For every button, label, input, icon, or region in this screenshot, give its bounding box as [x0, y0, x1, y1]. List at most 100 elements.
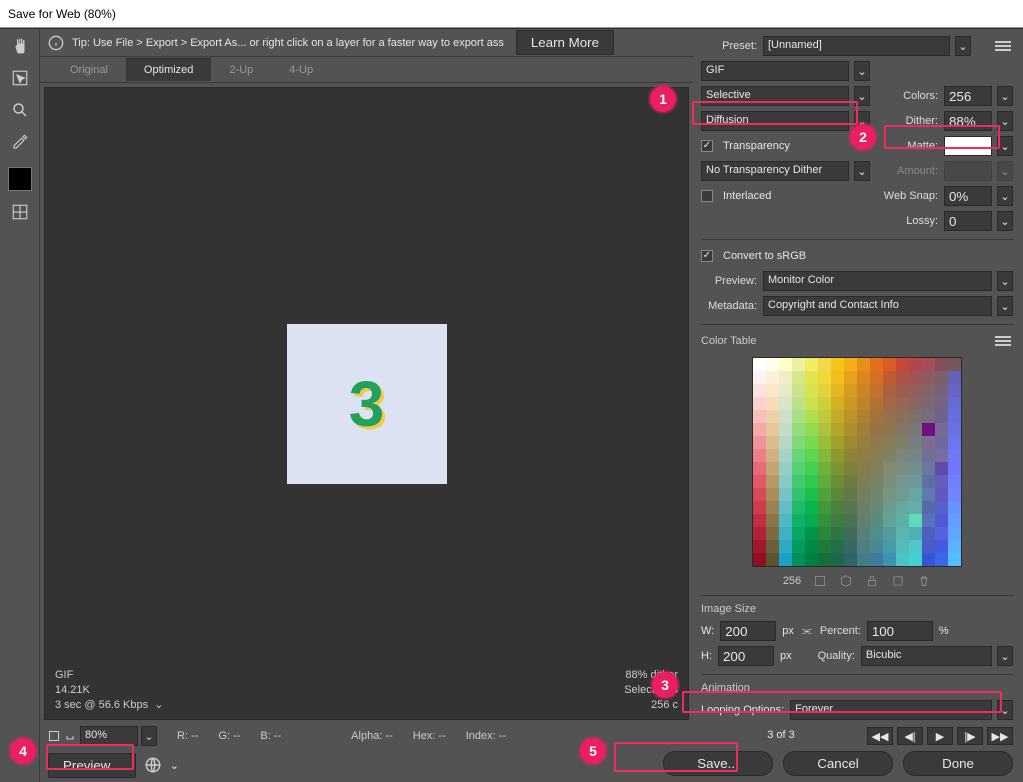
- color-swatch[interactable]: [818, 488, 831, 501]
- color-swatch[interactable]: [805, 384, 818, 397]
- color-swatch[interactable]: [779, 488, 792, 501]
- color-swatch[interactable]: [844, 358, 857, 371]
- color-swatch[interactable]: [896, 527, 909, 540]
- color-swatch[interactable]: [844, 410, 857, 423]
- color-swatch[interactable]: [948, 410, 961, 423]
- color-swatch[interactable]: [922, 462, 935, 475]
- color-swatch[interactable]: [883, 436, 896, 449]
- loop-select[interactable]: Forever: [790, 700, 992, 720]
- color-swatch[interactable]: [792, 449, 805, 462]
- color-swatch[interactable]: [883, 358, 896, 371]
- color-swatch[interactable]: [766, 410, 779, 423]
- color-swatch[interactable]: [948, 488, 961, 501]
- color-swatch[interactable]: [805, 397, 818, 410]
- color-swatch[interactable]: [909, 553, 922, 566]
- cube-icon[interactable]: [839, 574, 853, 588]
- color-swatch[interactable]: [948, 527, 961, 540]
- color-swatch[interactable]: [909, 358, 922, 371]
- chevron-down-icon[interactable]: ⌄: [997, 186, 1013, 206]
- color-swatch[interactable]: [805, 540, 818, 553]
- color-swatch[interactable]: [948, 397, 961, 410]
- hand-tool[interactable]: [6, 33, 34, 59]
- color-swatch[interactable]: [883, 397, 896, 410]
- color-swatch[interactable]: [909, 384, 922, 397]
- color-swatch[interactable]: [766, 436, 779, 449]
- color-swatch[interactable]: [844, 449, 857, 462]
- color-swatch[interactable]: [857, 436, 870, 449]
- color-swatch[interactable]: [870, 514, 883, 527]
- color-swatch[interactable]: [792, 514, 805, 527]
- color-swatch[interactable]: [922, 527, 935, 540]
- color-swatch[interactable]: [753, 358, 766, 371]
- color-swatch[interactable]: [766, 384, 779, 397]
- color-swatch[interactable]: [831, 371, 844, 384]
- srgb-checkbox[interactable]: [701, 250, 713, 262]
- browser-icon[interactable]: [144, 756, 162, 774]
- color-swatch[interactable]: [818, 462, 831, 475]
- color-swatch[interactable]: [870, 410, 883, 423]
- color-swatch[interactable]: [779, 423, 792, 436]
- color-swatch[interactable]: [857, 540, 870, 553]
- color-swatch[interactable]: [935, 462, 948, 475]
- color-swatch[interactable]: [922, 410, 935, 423]
- next-frame-button[interactable]: |▶: [957, 727, 983, 745]
- color-swatch[interactable]: [818, 410, 831, 423]
- color-swatch[interactable]: [779, 449, 792, 462]
- color-swatch[interactable]: [948, 501, 961, 514]
- color-swatch[interactable]: [805, 475, 818, 488]
- color-swatch[interactable]: [857, 475, 870, 488]
- color-swatch[interactable]: [948, 436, 961, 449]
- color-swatch[interactable]: [896, 397, 909, 410]
- color-swatch[interactable]: [805, 553, 818, 566]
- chevron-down-icon[interactable]: ⌄: [997, 296, 1013, 316]
- color-swatch[interactable]: [857, 423, 870, 436]
- color-swatch[interactable]: [909, 371, 922, 384]
- panel-menu-icon[interactable]: [993, 38, 1013, 54]
- color-swatch[interactable]: [948, 475, 961, 488]
- color-swatch[interactable]: [857, 358, 870, 371]
- color-swatch[interactable]: [792, 410, 805, 423]
- color-swatch[interactable]: [870, 449, 883, 462]
- prev-frame-button[interactable]: ◀|: [897, 727, 923, 745]
- color-swatch[interactable]: [766, 540, 779, 553]
- done-button[interactable]: Done: [903, 751, 1013, 776]
- color-swatch[interactable]: [779, 501, 792, 514]
- color-swatch[interactable]: [753, 462, 766, 475]
- height-input[interactable]: [718, 646, 774, 666]
- color-swatch[interactable]: [818, 397, 831, 410]
- preview-select[interactable]: Monitor Color: [763, 271, 992, 291]
- zoom-select[interactable]: 80%: [80, 726, 138, 746]
- color-swatch[interactable]: [883, 514, 896, 527]
- matte-swatch[interactable]: [944, 136, 992, 156]
- color-swatch[interactable]: [779, 514, 792, 527]
- color-swatch[interactable]: [779, 475, 792, 488]
- color-swatch[interactable]: [753, 540, 766, 553]
- toggle-slices-visibility[interactable]: [6, 199, 34, 225]
- preview-button[interactable]: Preview...: [48, 753, 136, 778]
- color-swatch[interactable]: [792, 540, 805, 553]
- color-swatch[interactable]: [753, 475, 766, 488]
- color-swatch[interactable]: [870, 423, 883, 436]
- color-swatch[interactable]: [805, 410, 818, 423]
- color-swatch[interactable]: [870, 501, 883, 514]
- color-swatch[interactable]: [779, 553, 792, 566]
- color-swatch[interactable]: [896, 501, 909, 514]
- color-swatch[interactable]: [844, 475, 857, 488]
- color-swatch[interactable]: [779, 371, 792, 384]
- map-selected-icon[interactable]: [813, 574, 827, 588]
- color-swatch[interactable]: [818, 501, 831, 514]
- color-swatch[interactable]: [883, 488, 896, 501]
- color-swatch[interactable]: [909, 436, 922, 449]
- color-swatch[interactable]: [818, 371, 831, 384]
- color-swatch[interactable]: [753, 436, 766, 449]
- hand-small-icon[interactable]: [64, 730, 76, 742]
- color-swatch[interactable]: [831, 553, 844, 566]
- color-swatch[interactable]: [792, 423, 805, 436]
- chevron-down-icon[interactable]: ⌄: [997, 136, 1013, 156]
- new-icon[interactable]: [891, 574, 905, 588]
- color-swatch[interactable]: [909, 449, 922, 462]
- color-swatch[interactable]: [753, 371, 766, 384]
- chevron-down-icon[interactable]: ⌄: [170, 759, 179, 772]
- percent-input[interactable]: [867, 621, 933, 641]
- color-swatch[interactable]: [818, 514, 831, 527]
